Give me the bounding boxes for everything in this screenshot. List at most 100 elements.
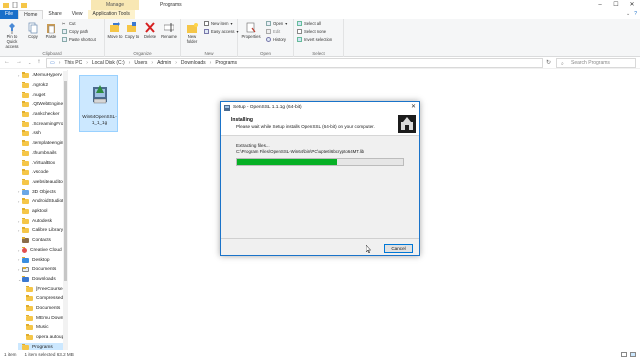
paste-button[interactable]: Paste [44, 22, 58, 40]
tab-home[interactable]: Home [18, 10, 44, 19]
rename-icon [164, 23, 174, 32]
history-button[interactable]: History [266, 37, 286, 42]
copy-button[interactable]: Copy [26, 22, 40, 40]
folder-icon [22, 227, 29, 234]
breadcrumb-separator-icon: › [128, 60, 131, 66]
sidebar-item[interactable]: .MemuHyperv [22, 71, 62, 81]
expand-chevron-icon[interactable]: › [18, 73, 19, 78]
sidebar-item[interactable]: .QtWebEngineP [22, 100, 66, 110]
progress-fill [237, 159, 337, 165]
properties-icon[interactable] [12, 1, 18, 9]
sidebar-item[interactable]: opera autoupd [26, 333, 67, 343]
minimize-button[interactable]: – [592, 0, 608, 10]
invert-selection-button[interactable]: Invert selection [297, 37, 332, 42]
pin-button[interactable]: Pin to Quick access [1, 22, 23, 49]
sidebar-item[interactable]: apktool [22, 207, 47, 217]
paste-shortcut-icon [62, 37, 67, 42]
rename-button[interactable]: Rename [160, 22, 178, 40]
breadcrumb-downloads[interactable]: Downloads [181, 60, 206, 66]
expand-chevron-icon[interactable]: › [18, 257, 19, 262]
sidebar-item[interactable]: .ngrok2 [22, 81, 48, 91]
sidebar-item[interactable]: .thumbnails [22, 149, 57, 159]
easy-access-button[interactable]: Easy access ▾ [204, 29, 239, 34]
breadcrumb-programs[interactable]: Programs [215, 60, 237, 66]
select-label: Select [312, 51, 325, 56]
cancel-button[interactable]: Cancel [384, 244, 413, 253]
expand-chevron-icon[interactable]: › [18, 189, 19, 194]
dialog-title-bar: Setup - OpenSSL 1.1.1g (64-bit) ✕ [221, 102, 419, 113]
sidebar-item[interactable]: .rankchecker [22, 110, 59, 120]
sidebar-item[interactable]: .ScreamingFrog [22, 120, 66, 130]
breadcrumb-admin[interactable]: Admin [157, 60, 171, 66]
sidebar-item[interactable]: .nuget [22, 90, 45, 100]
folder-icon [22, 267, 29, 273]
manage-tab[interactable]: Manage [91, 0, 139, 10]
sidebar-item[interactable]: Music [26, 323, 49, 333]
select-all-button[interactable]: Select all [297, 21, 321, 26]
sidebar-item[interactable]: AndroidStudioP [22, 197, 65, 207]
large-icons-view-icon[interactable] [630, 352, 636, 357]
dialog-close-button[interactable]: ✕ [411, 102, 416, 113]
select-none-button[interactable]: Select none [297, 29, 326, 34]
help-icon[interactable]: ? [634, 11, 637, 17]
breadcrumb-local-disk[interactable]: Local Disk (C:) [92, 60, 125, 66]
expand-chevron-icon[interactable]: › [18, 199, 19, 204]
sidebar-item[interactable]: Calibre Library [22, 226, 63, 236]
sidebar-item[interactable]: Creative Cloud [22, 246, 62, 256]
expand-chevron-icon[interactable]: › [18, 267, 19, 272]
expand-chevron-icon[interactable]: › [18, 248, 19, 253]
search-input[interactable]: ⌕ Search Programs [556, 58, 636, 68]
refresh-icon[interactable]: ↻ [546, 59, 551, 66]
copy-icon [28, 22, 38, 34]
tab-share[interactable]: Share [43, 10, 66, 19]
sidebar-item[interactable]: .VirtualBox [22, 158, 55, 168]
sidebar-item[interactable]: .templateengine [22, 139, 66, 149]
sidebar-scrollbar[interactable] [63, 71, 68, 350]
sidebar-item[interactable]: Documents [26, 304, 60, 314]
expand-chevron-icon[interactable]: ⌄ [18, 277, 21, 282]
recent-chevron-icon[interactable]: ⌄ [28, 59, 31, 67]
file-item[interactable]: Win64OpenSSL-1_1_1g [79, 75, 118, 132]
sidebar-item[interactable]: .websiteauditor [22, 178, 64, 188]
chevron-down-icon[interactable]: ⌄ [626, 11, 630, 17]
sidebar-item[interactable]: [FreeCourseSit [26, 284, 67, 294]
sidebar-item[interactable]: Programs [18, 342, 66, 350]
expand-chevron-icon[interactable]: › [18, 228, 19, 233]
tab-file[interactable]: File [0, 10, 19, 19]
forward-arrow-icon[interactable]: → [16, 59, 22, 67]
properties-button[interactable]: Properties [240, 22, 262, 40]
sidebar-item[interactable]: Desktop [22, 255, 50, 265]
scrollbar-thumb[interactable] [64, 81, 67, 281]
breadcrumb-users[interactable]: Users [134, 60, 147, 66]
maximize-button[interactable]: ☐ [608, 0, 624, 10]
move-to-button[interactable]: Move to [107, 22, 123, 40]
tab-view[interactable]: View [67, 10, 88, 19]
new-folder-button[interactable]: New folder [183, 22, 201, 45]
new-item-button[interactable]: New item ▾ [204, 21, 233, 26]
expand-chevron-icon[interactable]: › [18, 219, 19, 224]
sidebar-item[interactable]: .ssh [22, 129, 41, 139]
sidebar-item[interactable]: Documents [22, 265, 56, 275]
sidebar-item[interactable]: Compressed [26, 294, 63, 304]
close-button[interactable]: ✕ [624, 0, 640, 10]
edit-button[interactable]: Edit [266, 29, 280, 34]
up-arrow-icon[interactable]: ↑ [37, 59, 40, 67]
sidebar-item[interactable]: MEmu Downlo [26, 314, 67, 324]
back-arrow-icon[interactable]: ← [4, 59, 10, 67]
breadcrumb-this-pc[interactable]: This PC [64, 60, 82, 66]
sidebar-item[interactable]: Autodesk [22, 217, 52, 227]
sidebar-item[interactable]: .vscode [22, 168, 49, 178]
tab-application-tools[interactable]: Application Tools [87, 10, 135, 19]
new-folder-icon[interactable] [21, 2, 27, 8]
open-button[interactable]: Open ▾ [266, 21, 287, 26]
sidebar-item[interactable]: Contacts [22, 236, 51, 246]
sidebar-item[interactable]: Downloads [22, 275, 56, 285]
sidebar-item[interactable]: 3D Objects [22, 187, 56, 197]
copy-to-button[interactable]: Copy to [124, 22, 140, 40]
copy-path-button[interactable]: Copy path [62, 29, 88, 34]
paste-shortcut-button[interactable]: Paste shortcut [62, 37, 96, 42]
delete-button[interactable]: Delete [142, 22, 158, 40]
details-view-icon[interactable] [621, 352, 627, 357]
address-bar[interactable]: ▭ › This PC › Local Disk (C:) › Users › … [46, 58, 543, 68]
cut-button[interactable]: ✂ Cut [62, 21, 76, 26]
